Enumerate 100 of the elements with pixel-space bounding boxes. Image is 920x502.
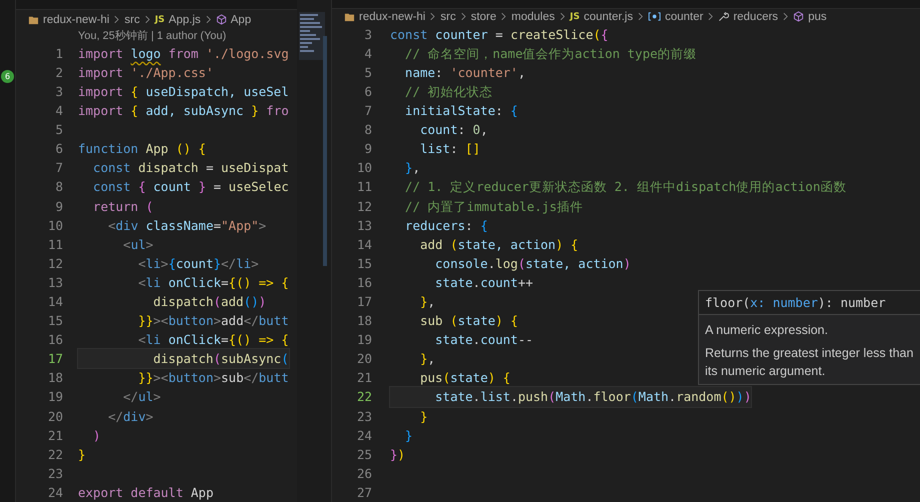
line-number: 16 [46,332,63,348]
code-line: export default App [78,484,214,502]
line-number: 14 [46,294,63,310]
scrollbar-thumb[interactable] [323,36,327,266]
code-line: import './App.css' [78,64,214,82]
code-line: } [404,426,413,445]
tooltip-text: Returns the greatest integer less than its numeric argument. [705,345,914,380]
line-number: 21 [356,370,372,386]
line-number: 3 [363,26,372,42]
breadcrumb-item[interactable]: App [230,14,252,26]
line-number: 12 [46,256,63,271]
line-number: 21 [46,428,63,443]
chevron-icon [638,12,643,22]
chevron-icon [460,12,466,22]
line-number: 22 [46,446,63,462]
code-line: // 命名空间，name值会作为action type的前缀 [404,44,697,63]
tooltip-text: A numeric expression. [705,322,829,339]
line-number: 24 [46,484,63,500]
line-number: 5 [54,122,63,138]
code-line: import { useDispatch, useSel [78,82,289,101]
breadcrumb-item[interactable]: store [470,10,496,23]
code-line: <ul> [122,236,154,254]
minimap-drawing [299,12,325,60]
line-number: 20 [46,408,63,424]
code-line: }, [404,159,420,178]
code-line: <li onClick={() => { [137,274,289,292]
line-number: 17 [356,294,372,310]
code-lens[interactable]: You, 25秒钟前 | 1 author (You) [16,28,297,44]
code-line: function App () { [78,140,206,158]
code-line: <li>{count}</li> [137,254,259,273]
breadcrumb-item[interactable]: modules [511,10,555,23]
line-number: 10 [356,160,372,176]
breadcrumb-item[interactable]: redux-new-hi [359,10,426,23]
code-line: const dispatch = useDispat [92,159,289,178]
code-line: // 初始化状态 [404,82,493,101]
chevron-icon [708,12,714,22]
line-number: 13 [46,274,63,290]
line-number: 14 [356,236,372,252]
line-number: 15 [356,256,372,271]
line-number: 15 [46,313,63,328]
line-number: 2 [54,64,63,80]
line-number: 23 [46,466,63,481]
notification-badge: 6 [1,70,14,83]
chevron-icon [430,12,436,22]
line-number: 18 [356,313,372,328]
line-number: 22 [356,389,372,404]
line-number: 6 [363,84,372,99]
breadcrumb-item[interactable]: counter.js [584,10,633,23]
chevron-icon [783,12,788,22]
breadcrumb-item[interactable]: src [124,14,140,26]
line-number: 24 [356,428,372,443]
breadcrumb-item[interactable]: reducers [733,10,778,23]
code-line: return ( [92,198,154,216]
line-number: 1 [54,46,63,61]
wrench-icon [718,11,730,22]
line-number: 4 [363,46,372,61]
code-line: list: [] [419,140,480,158]
line-number: 10 [46,218,63,233]
code-line: initialState: { [404,102,518,120]
code-line: import { add, subAsync } fro [78,102,289,120]
line-number: 13 [356,218,372,233]
variable-icon [648,11,661,22]
code-line: }, [419,292,436,311]
javascript-file-icon: JS [570,12,580,22]
cube-icon [793,11,804,22]
code-line: }) [390,446,406,464]
line-number: 11 [356,179,372,194]
chevron-icon [560,12,565,22]
folder-icon [344,11,355,22]
code-line: </div> [107,408,154,426]
line-number: 9 [54,198,63,214]
code-line: add (state, action) { [419,236,578,254]
code-line: } [78,446,86,464]
chevron-icon [206,15,211,24]
code-line: } [419,408,428,426]
line-number: 26 [356,466,372,481]
line-number: 19 [356,332,372,348]
code-line: <div className="App"> [107,216,266,235]
chevron-icon [114,15,120,24]
code-line: <li onClick={() => { [137,331,289,350]
line-number: 3 [54,84,63,99]
function-signature: floor(x: number): number [699,291,920,315]
breadcrumb-item[interactable]: counter [664,10,704,23]
line-number: 9 [363,141,372,156]
folder-icon [28,14,39,25]
code-line: // 内置了immutable.js插件 [404,198,583,216]
line-number: 19 [46,389,63,404]
breadcrumb-item[interactable]: App.js [168,14,201,26]
line-number: 4 [54,103,63,118]
javascript-file-icon: JS [154,14,165,24]
line-number: 20 [356,351,372,366]
code-line: }, [419,350,436,368]
breadcrumb-item[interactable]: pus [808,10,827,23]
breadcrumb-item[interactable]: redux-new-hi [43,14,110,26]
code-line: reducers: { [404,216,488,235]
line-number: 12 [356,198,372,214]
code-line: console.log(state, action) [434,254,631,273]
line-number: 23 [356,408,372,424]
breadcrumb-item[interactable]: src [440,10,456,23]
code-line: sub (state) { [419,312,518,330]
